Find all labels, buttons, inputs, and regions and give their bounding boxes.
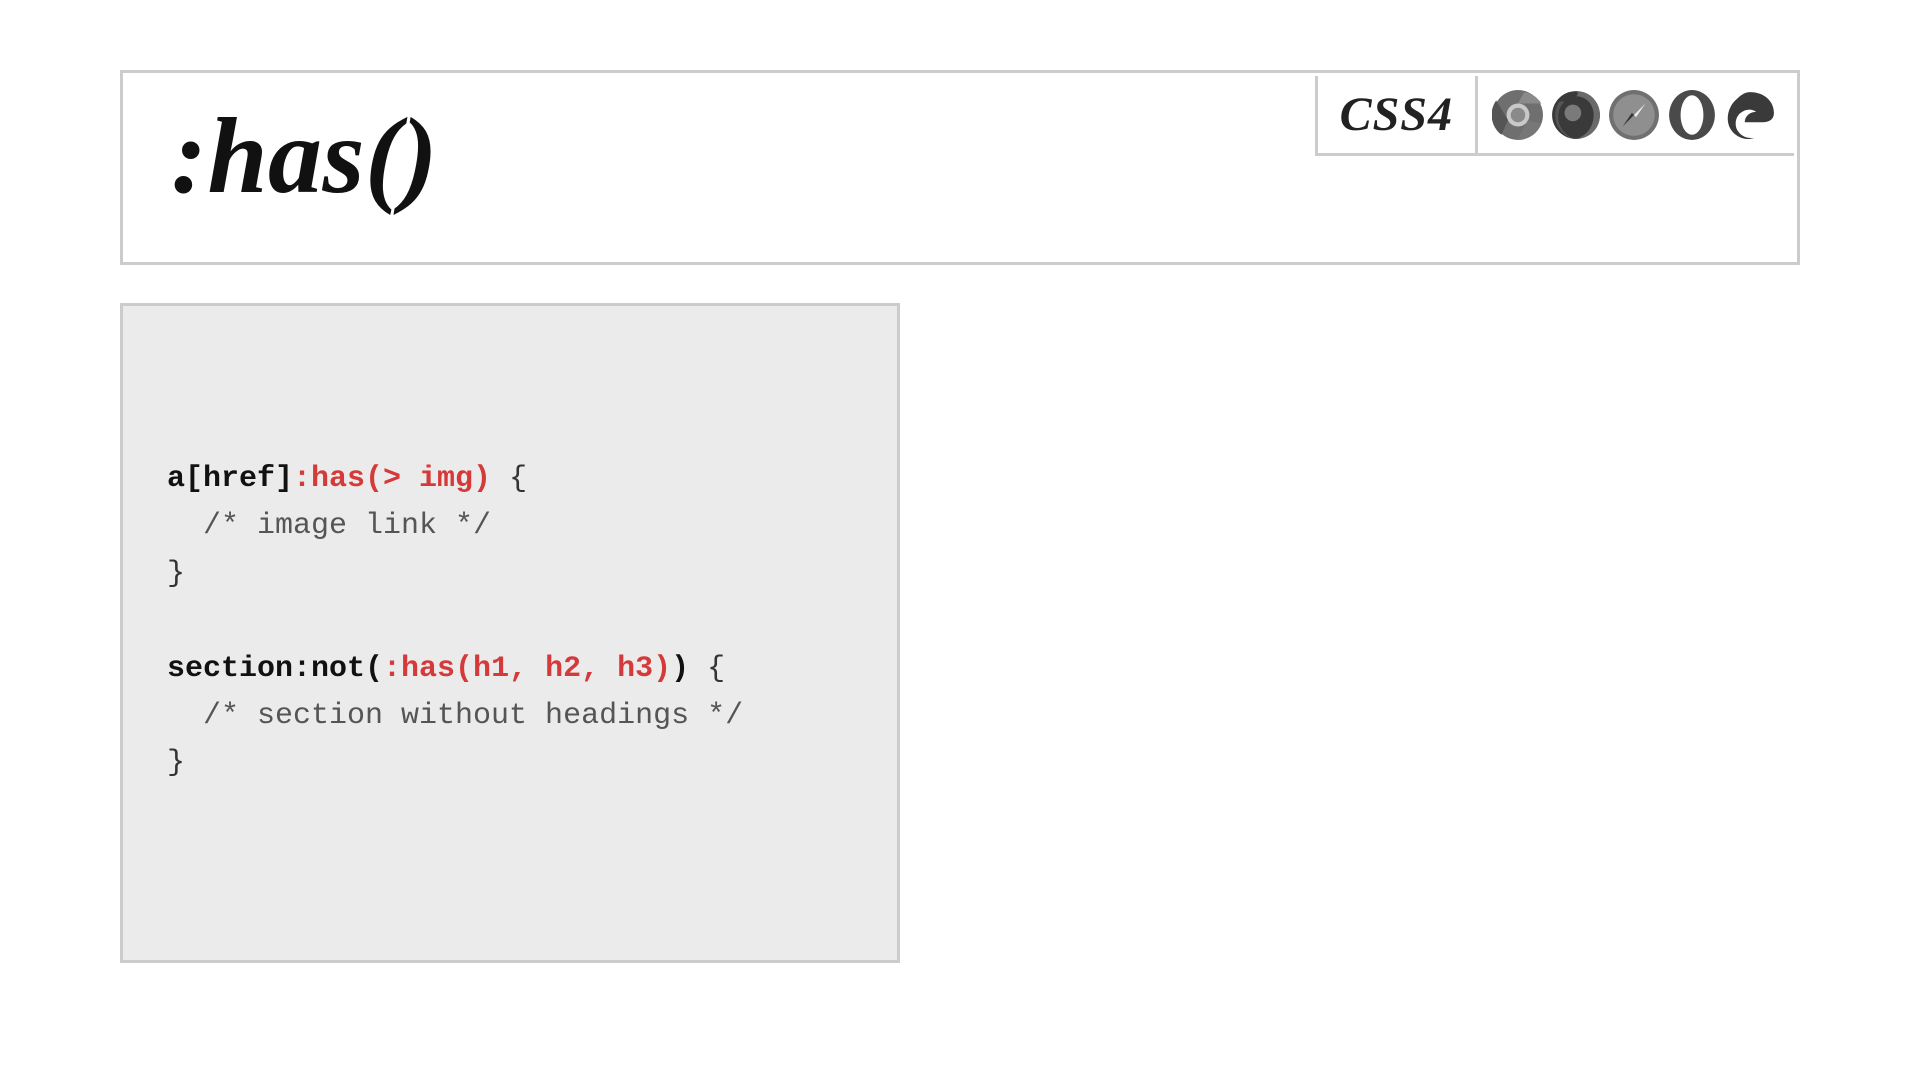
code-brace-close: } (167, 557, 185, 591)
edge-icon (1724, 89, 1776, 141)
code-selector: section (167, 652, 293, 686)
code-comment: /* image link */ (167, 509, 491, 543)
code-example: a[href]:has(> img) { /* image link */ } … (120, 303, 900, 963)
slide: :has() CSS4 (0, 0, 1920, 1080)
safari-icon (1608, 89, 1660, 141)
code-pseudo-not-close: ) (671, 652, 689, 686)
firefox-icon (1550, 89, 1602, 141)
code-pseudo-has: :has(h1, h2, h3) (383, 652, 671, 686)
code-selector: a[href] (167, 462, 293, 496)
chrome-icon (1492, 89, 1544, 141)
code-brace-open: { (491, 462, 527, 496)
slide-header: :has() CSS4 (120, 70, 1800, 265)
spec-badge: CSS4 (1315, 76, 1475, 156)
code-brace-open: { (689, 652, 725, 686)
opera-icon (1666, 89, 1718, 141)
code-pseudo-has: :has(> img) (293, 462, 491, 496)
code-comment: /* section without headings */ (167, 699, 743, 733)
code-brace-close: } (167, 746, 185, 780)
code-pseudo-not-open: :not( (293, 652, 383, 686)
header-badges: CSS4 (1315, 76, 1794, 156)
browser-support-badge (1475, 76, 1794, 156)
